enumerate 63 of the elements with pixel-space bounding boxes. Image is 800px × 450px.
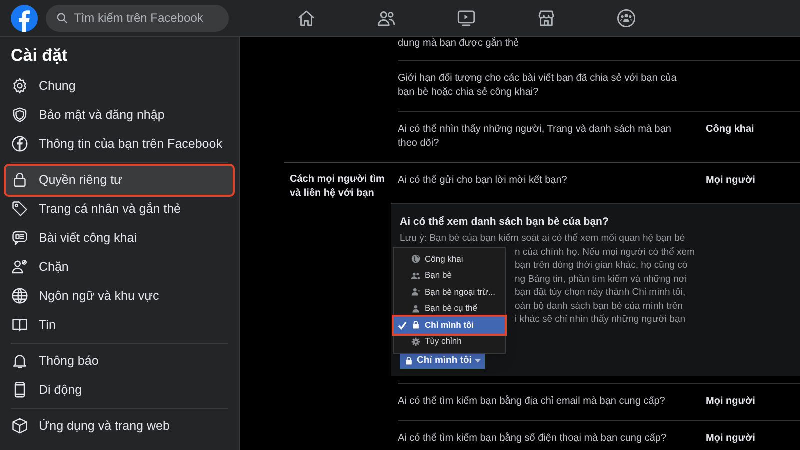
search-field[interactable]: Tìm kiếm trên Facebook: [46, 4, 229, 32]
setting-question: Ai có thể xem danh sách bạn bè của bạn?: [400, 215, 609, 229]
audience-option[interactable]: Bạn bè ngoại trừ...: [394, 284, 505, 300]
note-text: Lưu ý: Bạn bè của bạn kiểm soát ai có thể xem mối quan hệ bạn bè: [400, 232, 686, 246]
sidebar-item[interactable]: Chặn: [6, 252, 233, 282]
lock-icon: [404, 356, 414, 366]
setting-question: Ai có thể nhìn thấy những người, Trang và danh sách mà bạn theo dõi?: [398, 123, 672, 151]
person-icon: [411, 304, 421, 314]
section-label: Cách mọi người tìm và liên hệ với bạn: [290, 173, 386, 201]
people-icon: [411, 270, 421, 281]
checkmark-icon: [398, 320, 407, 330]
globe-icon: [11, 287, 29, 305]
bell-icon: [11, 352, 29, 370]
setting-value: Mọi người: [706, 174, 756, 188]
sidebar-item[interactable]: Thông tin của bạn trên Facebook: [6, 130, 233, 158]
note-text: i khác sẽ chỉ nhìn thấy những người bạn: [515, 313, 686, 326]
sidebar-item[interactable]: Bảo mật và đăng nhập: [6, 100, 233, 130]
setting-question: Giới hạn đối tượng cho các bài viết bạn đã chia sẻ với bạn của bạn bè hoặc chia sẻ công khai?: [398, 72, 678, 100]
audience-option[interactable]: Công khai: [394, 251, 505, 268]
note-text: ng Bảng tin, phần tìm kiếm và những nơi: [515, 272, 688, 286]
search-icon: [56, 12, 69, 24]
facebook-logo-icon: [11, 135, 29, 153]
setting-value: Công khai: [706, 123, 754, 137]
note-text: bạn đặt tùy chọn này thành Chỉ mình tôi,: [515, 286, 686, 300]
sidebar-item[interactable]: Ứng dụng và trang web: [6, 412, 233, 440]
group-icon: [616, 8, 636, 28]
note-text: bạn trên dòng thời gian khác, họ cũng có: [515, 259, 688, 272]
sidebar-item[interactable]: Trang cá nhân và gắn thẻ: [6, 194, 233, 224]
audience-option[interactable]: Bạn bè cụ thể: [394, 300, 505, 317]
sidebar-item[interactable]: Thông báo: [6, 346, 233, 376]
settings-icon: [11, 77, 29, 95]
settings-title: Cài đặt: [10, 45, 69, 67]
setting-question: Ai có thể tìm kiếm bạn bằng số điện thoại mà bạn cung cấp?: [398, 432, 668, 446]
setting-value: Mọi người: [706, 432, 756, 446]
caret-icon: [474, 359, 481, 363]
tag-icon: [11, 200, 29, 218]
sidebar-item[interactable]: Ngôn ngữ và khu vực: [6, 282, 233, 310]
cube-icon: [11, 417, 29, 435]
setting-question: dung mà bạn được gắn thẻ: [398, 37, 520, 51]
globe-icon: [411, 254, 421, 264]
note-text: oàn bộ danh sách bạn bè của mình trên: [515, 300, 683, 313]
setting-question: Ai có thể tìm kiếm bạn bằng địa chỉ email mà bạn cung cấp?: [398, 394, 666, 408]
setting-question: Ai có thể gửi cho bạn lời mời kết bạn?: [398, 174, 568, 188]
speech-bubble-icon: [11, 229, 29, 247]
audience-option[interactable]: Tùy chỉnh: [394, 334, 505, 350]
lock-icon: [11, 171, 29, 189]
person-block-icon: [11, 258, 29, 276]
sidebar-item[interactable]: Chung: [6, 72, 233, 100]
facebook-logo[interactable]: [11, 4, 38, 32]
shield-icon: [11, 106, 29, 124]
settings-icon: [411, 336, 421, 347]
audience-option[interactable]: Chỉ mình tôi: [394, 317, 505, 334]
lock-icon: [411, 320, 421, 330]
setting-value: Mọi người: [706, 394, 756, 408]
sidebar-item[interactable]: Tin: [6, 310, 233, 340]
audience-option[interactable]: Bạn bè: [394, 268, 505, 284]
sidebar-item[interactable]: Quyền riêng tư: [6, 166, 233, 194]
book-icon: [11, 316, 29, 334]
person-minus-icon: [411, 287, 421, 298]
sidebar-item[interactable]: Bài viết công khai: [6, 224, 233, 252]
audience-button[interactable]: Chỉ mình tôi: [400, 354, 485, 368]
sidebar-item[interactable]: Di động: [6, 376, 233, 404]
note-text: n của chính họ. Nếu mọi người có thể xem: [515, 246, 695, 259]
